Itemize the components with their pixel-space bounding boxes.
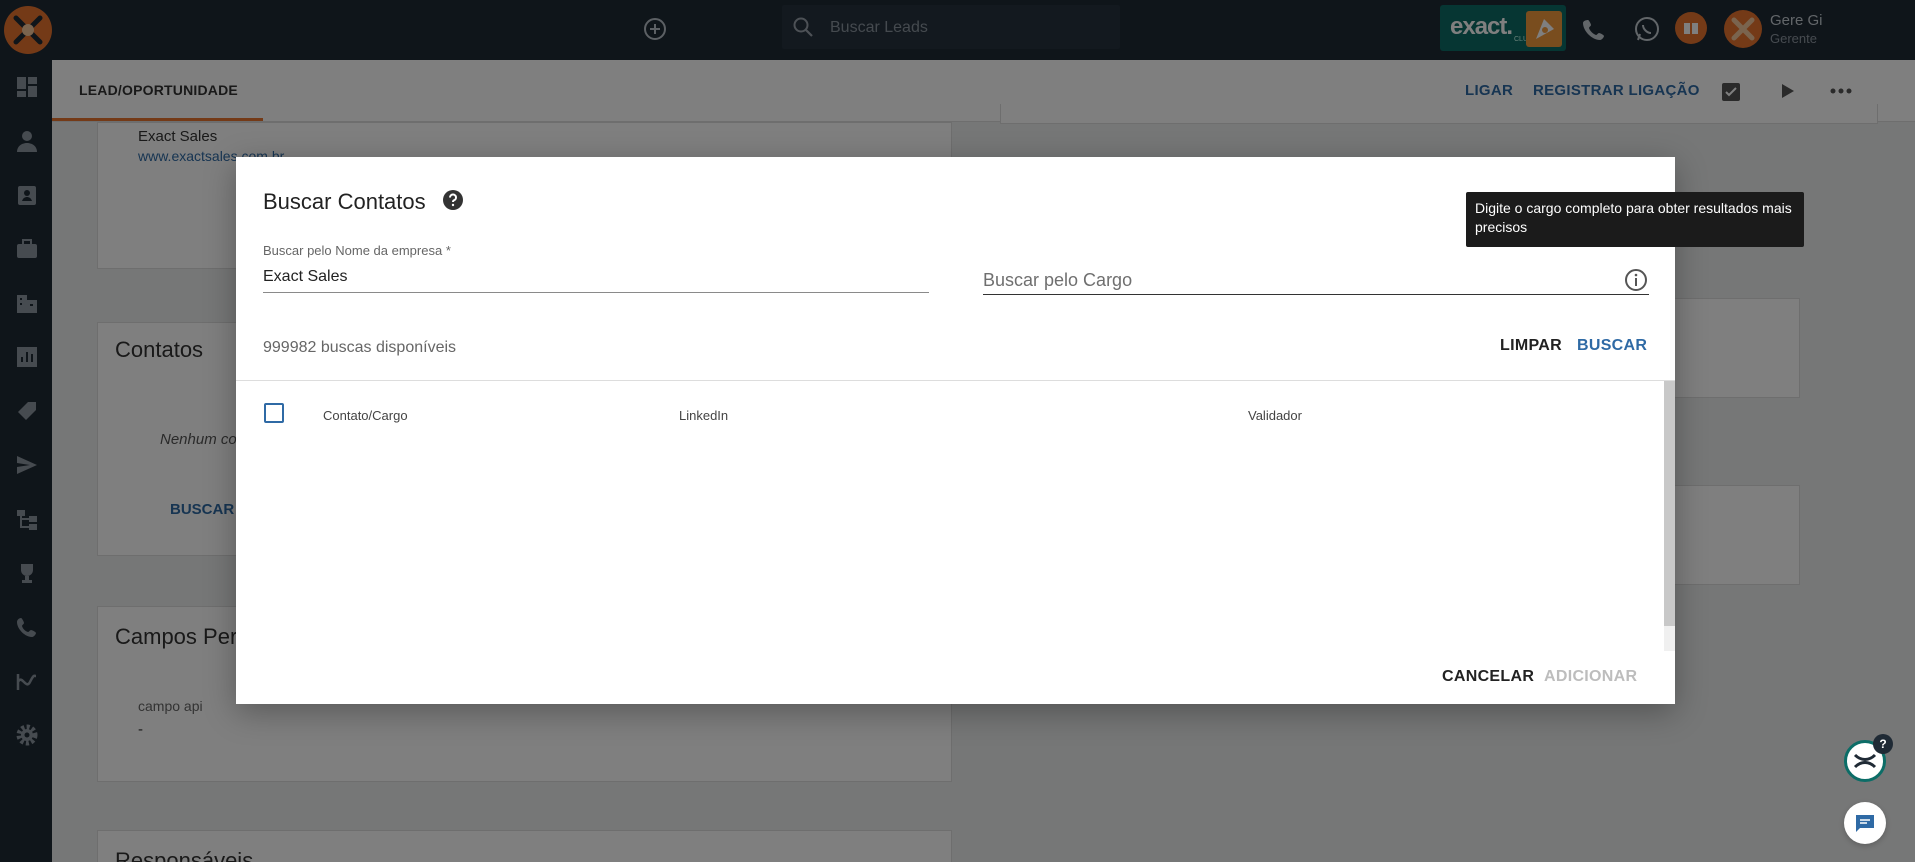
dialog-title: Buscar Contatos — [263, 189, 426, 214]
chat-icon — [1856, 815, 1874, 832]
column-header-contato[interactable]: Contato/Cargo — [323, 408, 408, 423]
cargo-tooltip: Digite o cargo completo para obter resul… — [1466, 192, 1804, 247]
cancelar-button[interactable]: CANCELAR — [1442, 668, 1534, 686]
help-widget-icon — [1853, 753, 1877, 769]
buscar-contatos-dialog: Buscar Contatos Buscar pelo Nome da empr… — [236, 157, 1675, 704]
adicionar-button[interactable]: ADICIONAR — [1544, 668, 1637, 686]
help-badge: ? — [1873, 734, 1893, 754]
cargo-placeholder: Buscar pelo Cargo — [983, 270, 1133, 290]
available-searches: 999982 buscas disponíveis — [263, 339, 457, 356]
limpar-button[interactable]: LIMPAR — [1500, 337, 1562, 355]
column-header-linkedin[interactable]: LinkedIn — [679, 408, 728, 423]
column-header-validador[interactable]: Validador — [1248, 408, 1302, 423]
help-icon[interactable] — [442, 189, 464, 211]
company-field-label: Buscar pelo Nome da empresa * — [263, 243, 451, 258]
buscar-button[interactable]: BUSCAR — [1577, 337, 1647, 355]
company-name-input[interactable]: Exact Sales — [263, 267, 929, 293]
results-table-header: Contato/Cargo LinkedIn Validador — [236, 381, 1664, 441]
cargo-input[interactable]: Buscar pelo Cargo — [983, 263, 1649, 295]
select-all-checkbox[interactable] — [264, 403, 284, 423]
results-scrollbar-thumb[interactable] — [1664, 381, 1675, 626]
info-icon[interactable] — [1623, 267, 1649, 293]
chat-button[interactable] — [1844, 802, 1886, 844]
help-widget-button[interactable]: ? — [1844, 734, 1893, 782]
